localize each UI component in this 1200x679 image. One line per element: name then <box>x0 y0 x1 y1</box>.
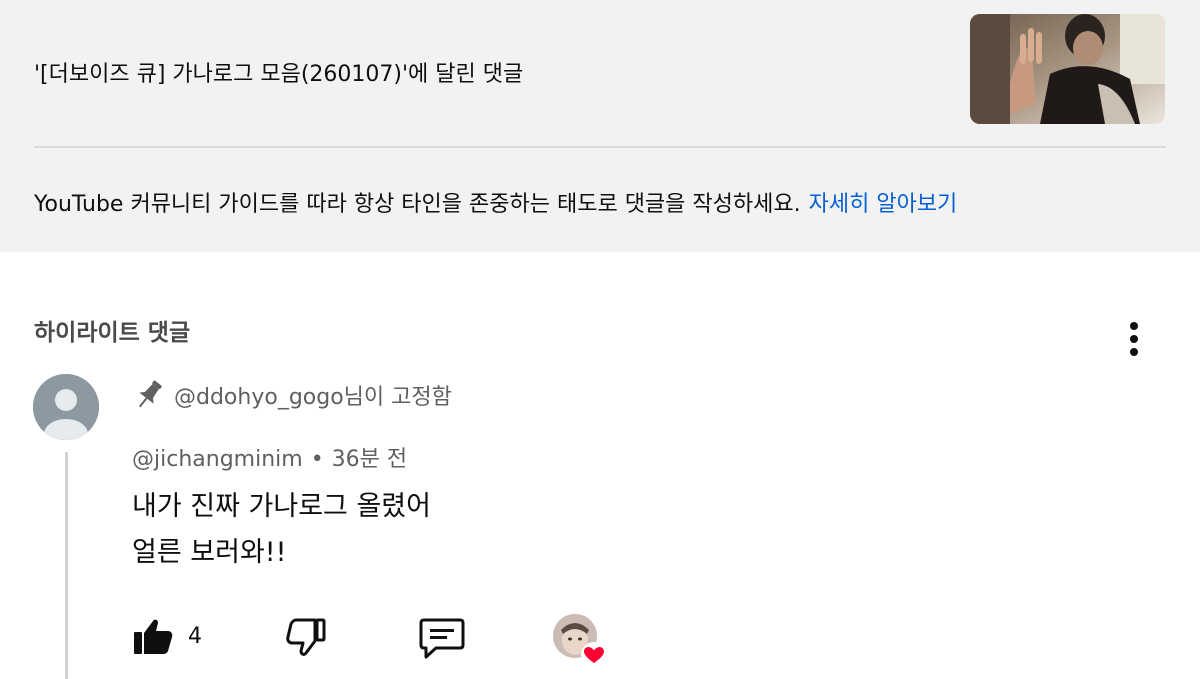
comment-text-line: 내가 진짜 가나로그 올렸어 <box>132 491 431 522</box>
commenter-avatar[interactable] <box>33 374 99 440</box>
default-avatar-icon <box>33 374 99 440</box>
like-count: 4 <box>188 623 202 649</box>
comments-header-panel: '[더보이즈 큐] 가나로그 모음(260107)'에 달린 댓글 YouTub… <box>0 0 1200 252</box>
comment-author[interactable]: @jichangminim <box>132 447 303 472</box>
highlight-section-title: 하이라이트 댓글 <box>34 320 191 346</box>
like-button[interactable]: 4 <box>132 616 202 656</box>
more-options-button[interactable] <box>1118 318 1150 360</box>
reply-button[interactable] <box>418 616 466 660</box>
pinned-by-text: @ddohyo_gogo님이 고정함 <box>174 385 452 410</box>
creator-heart-button[interactable] <box>553 614 611 670</box>
video-title[interactable]: '[더보이즈 큐] 가나로그 모음(260107)'에 달린 댓글 <box>34 56 523 88</box>
video-thumbnail[interactable] <box>970 14 1165 124</box>
dislike-icon <box>286 618 326 656</box>
guideline-text: YouTube 커뮤니티 가이드를 따라 항상 타인을 존중하는 태도로 댓글을… <box>34 192 801 217</box>
reply-icon <box>419 618 465 659</box>
comment-text-line: 얼른 보러와!! <box>132 537 287 568</box>
pinned-label: @ddohyo_gogo님이 고정함 <box>134 378 452 412</box>
comment-body: 내가 진짜 가나로그 올렸어 얼른 보러와!! <box>132 484 431 576</box>
dislike-button[interactable] <box>285 616 327 658</box>
comment-time[interactable]: 36분 전 <box>332 447 407 472</box>
learn-more-link[interactable]: 자세히 알아보기 <box>809 192 958 217</box>
comment-actions: 4 <box>0 610 1200 670</box>
comment-meta: @jichangminim • 36분 전 <box>132 441 407 473</box>
header-divider <box>34 146 1166 148</box>
like-icon <box>134 619 173 654</box>
community-guideline-notice: YouTube 커뮤니티 가이드를 따라 항상 타인을 존중하는 태도로 댓글을… <box>34 186 957 218</box>
pin-icon <box>138 380 162 408</box>
more-vert-icon <box>1130 322 1138 330</box>
meta-separator: • <box>310 447 324 472</box>
heart-icon <box>581 642 607 668</box>
